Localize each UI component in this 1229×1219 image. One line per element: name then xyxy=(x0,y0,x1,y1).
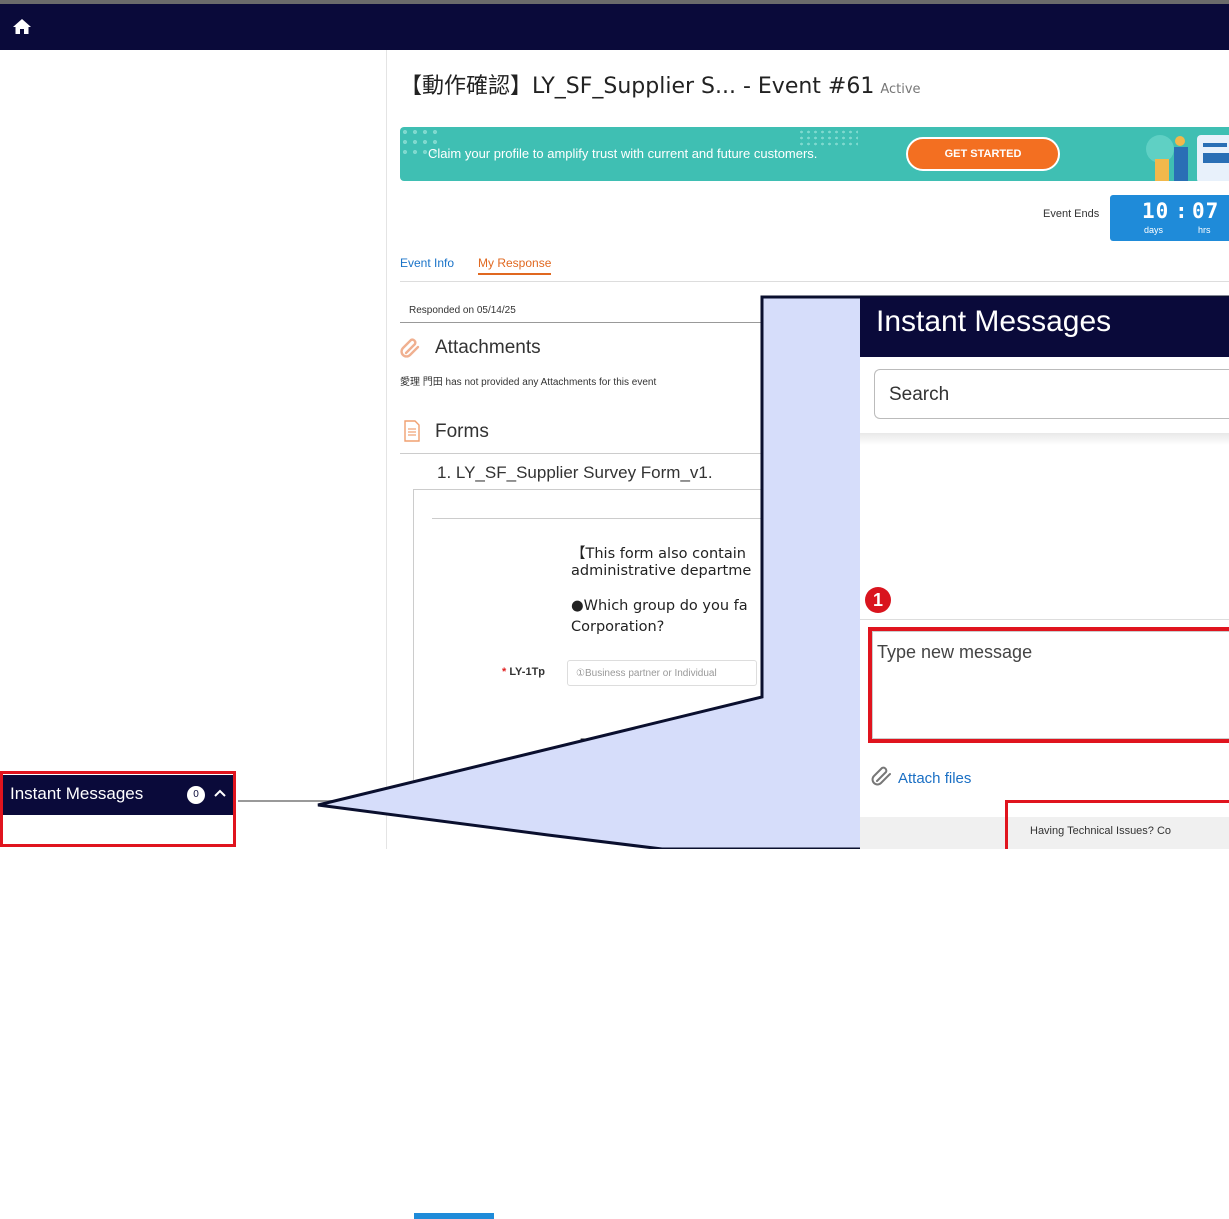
get-started-button[interactable]: GET STARTED xyxy=(906,137,1060,171)
attach-files-label: Attach files xyxy=(898,770,972,787)
paperclip-icon xyxy=(871,766,891,786)
form-text-line: 【Ple xyxy=(571,739,608,755)
countdown-separator: : xyxy=(1175,199,1189,223)
countdown-days: 10 xyxy=(1142,199,1170,223)
paperclip-icon xyxy=(400,338,420,358)
form-name[interactable]: 1. LY_SF_Supplier Survey Form_v1. xyxy=(437,463,713,483)
panel-title: Instant Messages xyxy=(876,305,1112,338)
form-text-line: 【This form also contain xyxy=(571,546,746,562)
top-navigation-bar xyxy=(0,0,1229,50)
question-id: LY-1Tp xyxy=(509,666,546,678)
tab-my-response[interactable]: My Response xyxy=(478,256,552,275)
event-ends-label: Event Ends xyxy=(1043,208,1100,220)
panel-divider xyxy=(860,619,1229,620)
form-text-line: administrative departme xyxy=(571,563,752,579)
form-text-line: Corporation? xyxy=(571,619,665,635)
top-divider xyxy=(0,0,1229,4)
forms-title: Forms xyxy=(435,421,489,442)
banner-text: Claim your profile to amplify trust with… xyxy=(428,146,818,161)
question-label: * LY-1Tp xyxy=(502,666,546,678)
instant-messages-highlight xyxy=(0,771,236,847)
technical-issues-highlight xyxy=(1005,800,1229,849)
event-status: Active xyxy=(880,82,921,97)
banner-illustration-icon xyxy=(1146,135,1229,181)
countdown-hours: 07 xyxy=(1192,199,1220,223)
attachments-note: 愛理 門田 has not provided any Attachments f… xyxy=(400,377,657,388)
page-title: 【動作確認】LY_SF_Supplier S... - Event #61 Act… xyxy=(400,68,921,100)
search-input[interactable]: Search xyxy=(874,369,1229,419)
home-icon[interactable] xyxy=(12,17,32,37)
countdown-timer: 10 : 07 days hrs xyxy=(1110,195,1229,241)
claim-profile-banner: Claim your profile to amplify trust with… xyxy=(400,127,1229,181)
countdown-days-label: days xyxy=(1144,225,1164,235)
document-icon xyxy=(404,420,420,442)
left-sidebar xyxy=(0,50,387,849)
instant-messages-panel: Instant Messages Search 1 Type new messa… xyxy=(860,297,1229,849)
responded-date: Responded on 05/14/25 xyxy=(409,305,516,316)
step-number-badge: 1 xyxy=(865,587,891,613)
event-title: 【動作確認】LY_SF_Supplier S... - Event #61 xyxy=(400,74,875,99)
attachments-title: Attachments xyxy=(435,337,541,358)
panel-shadow xyxy=(860,433,1229,445)
answer-select[interactable]: ①Business partner or Individual xyxy=(567,660,757,686)
banner-dot-pattern xyxy=(798,129,858,147)
form-text-line: ●Which group do you fa xyxy=(571,598,748,614)
tab-event-info[interactable]: Event Info xyxy=(400,256,454,270)
message-input-highlight xyxy=(868,627,1229,743)
divider-line xyxy=(238,800,838,802)
panel-header: Instant Messages xyxy=(860,297,1229,357)
tabs-divider xyxy=(400,281,1229,282)
progress-bar xyxy=(414,1213,494,1219)
countdown-hours-label: hrs xyxy=(1198,225,1211,235)
